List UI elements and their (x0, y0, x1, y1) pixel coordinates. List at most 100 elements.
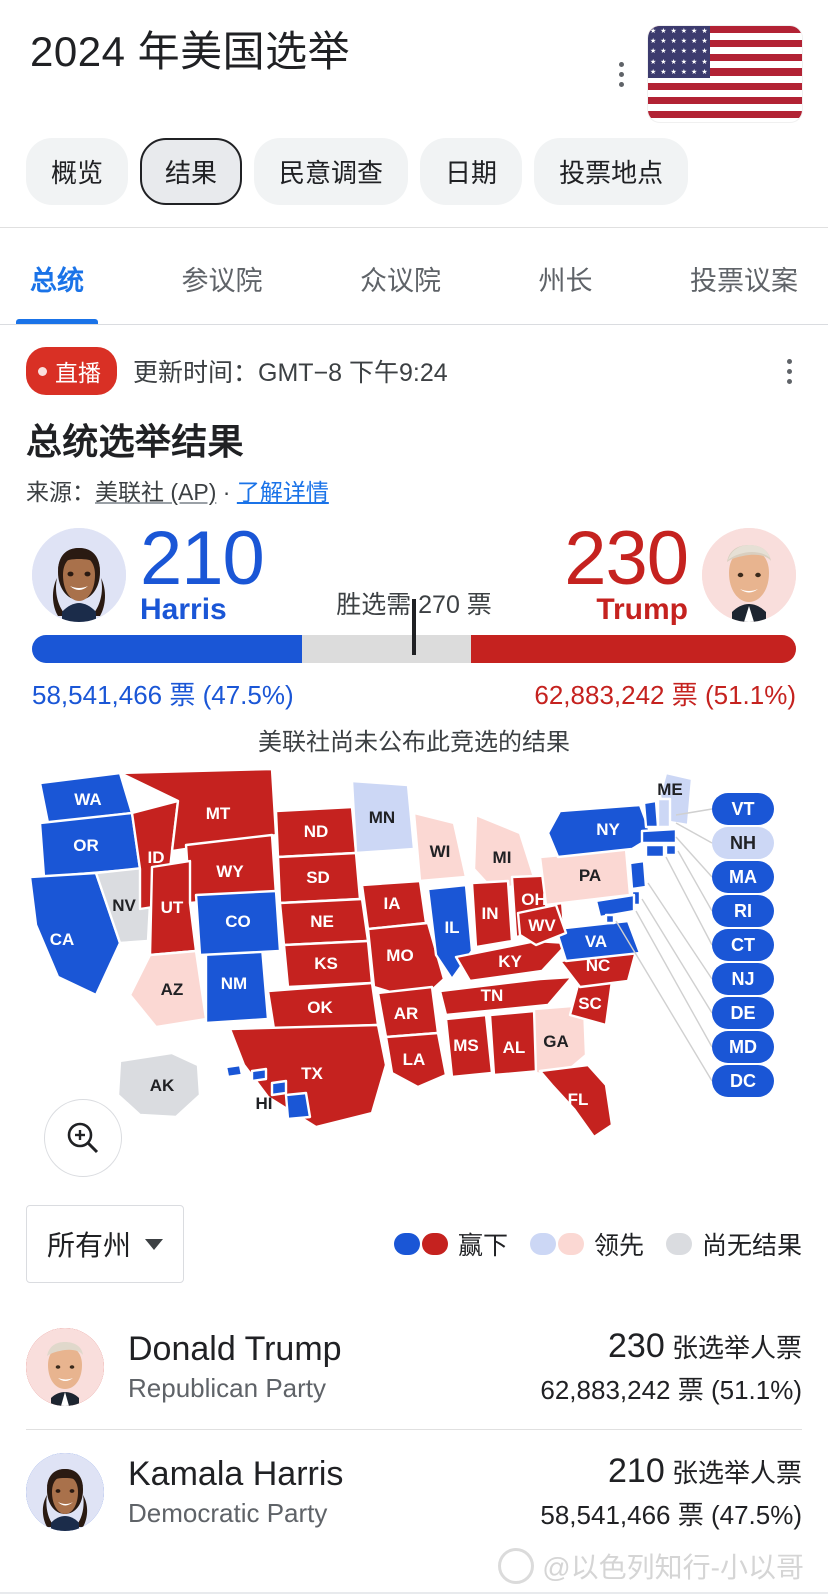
pill-polling-places[interactable]: 投票地点 (534, 138, 689, 205)
tab-house[interactable]: 众议院 (356, 259, 445, 324)
candidate-results-list: Donald Trump Republican Party 230 张选举人票 … (0, 1283, 828, 1554)
state-HI-3 (270, 1079, 288, 1097)
label-AR: AR (394, 1004, 419, 1023)
table-row[interactable]: Kamala Harris Democratic Party 210 张选举人票… (26, 1429, 802, 1554)
label-NE: NE (310, 912, 334, 931)
label-WI: WI (430, 842, 451, 861)
badge-RI: RI (712, 895, 774, 928)
zoom-in-icon[interactable] (44, 1099, 122, 1178)
kebab-menu-icon[interactable] (776, 351, 802, 391)
label-SC: SC (578, 994, 602, 1013)
harris-avatar (32, 528, 126, 623)
harris-bar-segment (32, 635, 303, 664)
category-pills: 概览 结果 民意调查 日期 投票地点 (0, 122, 828, 227)
legend-item-won: 赢下 (393, 1226, 508, 1262)
badge-DE: DE (712, 997, 774, 1030)
state-RI-shape (664, 843, 678, 857)
label-MI: MI (493, 848, 512, 867)
label-OH: OH (521, 890, 547, 909)
trump-avatar (702, 528, 796, 623)
legend-swatch-dem-win (393, 1233, 420, 1256)
pill-overview[interactable]: 概览 (26, 138, 129, 205)
source-name: 美联社 (AP) (95, 479, 217, 505)
label-PA: PA (579, 866, 601, 885)
race-not-called-notice: 美联社尚未公布此竞选的结果 (258, 729, 570, 757)
label-ME: ME (657, 780, 683, 799)
tab-senate[interactable]: 参议院 (178, 259, 267, 324)
label-IN: IN (482, 904, 499, 923)
svg-text:MD: MD (729, 1037, 757, 1057)
electoral-map[interactable]: WA OR CA NV ID MT WY UT AZ NM CO ND SD N… (0, 765, 828, 1195)
tab-ballot-measures[interactable]: 投票议案 (686, 259, 802, 324)
trump-popular-vote: 62,883,242 票 (51.1%) (534, 680, 796, 711)
map-controls: 所有州 赢下 领先 尚无结果 (0, 1195, 828, 1284)
result-heading: 总统选举结果 来源：美联社 (AP) · 了解详情 (0, 395, 828, 507)
label-CA: CA (50, 930, 75, 949)
label-AK: AK (150, 1076, 175, 1095)
legend-swatch-rep-win (421, 1233, 448, 1256)
badge-DC: DC (712, 1065, 774, 1098)
label-MT: MT (206, 804, 231, 823)
us-map-svg[interactable]: WA OR CA NV ID MT WY UT AZ NM CO ND SD N… (0, 765, 828, 1195)
updated-time: 更新时间：GMT−8 下午9:24 (133, 359, 448, 387)
harris-avatar (26, 1453, 104, 1532)
source-separator: · (216, 479, 237, 505)
header-actions: ★ ★ ★ ★ ★ ★ ★ ★ ★ ★ ★ ★ ★ ★ ★ ★ ★ ★ ★ ★ ★ ★ ★ ★ ★ ★ ★ ★ ★ ★ (608, 26, 802, 122)
label-WY: WY (216, 862, 244, 881)
trump-bar-segment (470, 635, 796, 664)
source-prefix: 来源： (26, 479, 95, 505)
svg-text:DE: DE (730, 1003, 755, 1023)
label-AZ: AZ (161, 980, 184, 999)
pill-polls[interactable]: 民意调查 (254, 138, 409, 205)
state-filter-value: 所有州 (47, 1230, 132, 1262)
app-header: 2024 年美国选举 ★ ★ ★ ★ ★ ★ ★ ★ ★ ★ ★ ★ ★ ★ ★ ★ ★ ★ ★ ★ ★ ★ ★ ★ ★… (0, 0, 828, 122)
tab-governor[interactable]: 州长 (535, 259, 597, 324)
candidate-electoral-count: 230 (608, 1327, 665, 1366)
label-ID: ID (148, 848, 165, 867)
label-LA: LA (403, 1050, 426, 1069)
learn-more-link[interactable]: 了解详情 (237, 479, 329, 505)
candidate-summary-trump: 230 Trump (564, 520, 796, 627)
svg-text:DC: DC (730, 1071, 756, 1091)
state-VT-shape (642, 799, 660, 829)
label-NM: NM (221, 974, 247, 993)
label-NY: NY (596, 820, 620, 839)
table-row[interactable]: Donald Trump Republican Party 230 张选举人票 … (26, 1305, 802, 1429)
candidate-electoral-count: 210 (608, 1452, 665, 1491)
trump-avatar (26, 1328, 104, 1407)
result-source: 来源：美联社 (AP) · 了解详情 (26, 473, 802, 507)
race-tabs: 总统 参议院 众议院 州长 投票议案 (0, 228, 828, 324)
electoral-bar-container (0, 599, 828, 664)
us-flag-icon: ★ ★ ★ ★ ★ ★ ★ ★ ★ ★ ★ ★ ★ ★ ★ ★ ★ ★ ★ ★ ★ ★ ★ ★ ★ ★ ★ ★ ★ ★ (648, 26, 802, 122)
label-HI: HI (256, 1094, 273, 1113)
candidate-electoral: 210 张选举人票 (540, 1452, 802, 1491)
candidate-summary-harris: 210 Harris (32, 520, 265, 627)
candidate-electoral-unit: 张选举人票 (671, 1333, 802, 1364)
pill-results[interactable]: 结果 (140, 138, 243, 205)
svg-text:NJ: NJ (731, 969, 754, 989)
kebab-menu-icon[interactable] (608, 54, 634, 94)
candidate-electoral: 230 张选举人票 (540, 1327, 802, 1366)
state-MA-shape (640, 827, 678, 845)
harris-name: Harris (140, 593, 227, 627)
svg-text:RI: RI (734, 901, 752, 921)
label-NV: NV (112, 896, 136, 915)
legend-swatch-no-result (665, 1233, 692, 1256)
label-VA: VA (585, 932, 607, 951)
state-NH-shape (656, 797, 672, 829)
candidate-popular-vote: 58,541,466 票 (47.5%) (540, 1500, 802, 1531)
state-filter-dropdown[interactable]: 所有州 (26, 1205, 185, 1284)
threshold-needle (412, 599, 416, 656)
label-WA: WA (74, 790, 101, 809)
pill-dates[interactable]: 日期 (420, 138, 523, 205)
svg-text:MA: MA (729, 867, 757, 887)
label-GA: GA (543, 1032, 569, 1051)
label-MO: MO (386, 946, 413, 965)
svg-text:NH: NH (730, 833, 756, 853)
live-status-row: 直播 更新时间：GMT−8 下午9:24 (0, 325, 828, 395)
chevron-down-icon (145, 1238, 164, 1250)
trump-name: Trump (596, 593, 688, 627)
tab-president[interactable]: 总统 (16, 259, 98, 324)
label-MS: MS (453, 1036, 479, 1055)
state-DC-shape (604, 913, 616, 925)
